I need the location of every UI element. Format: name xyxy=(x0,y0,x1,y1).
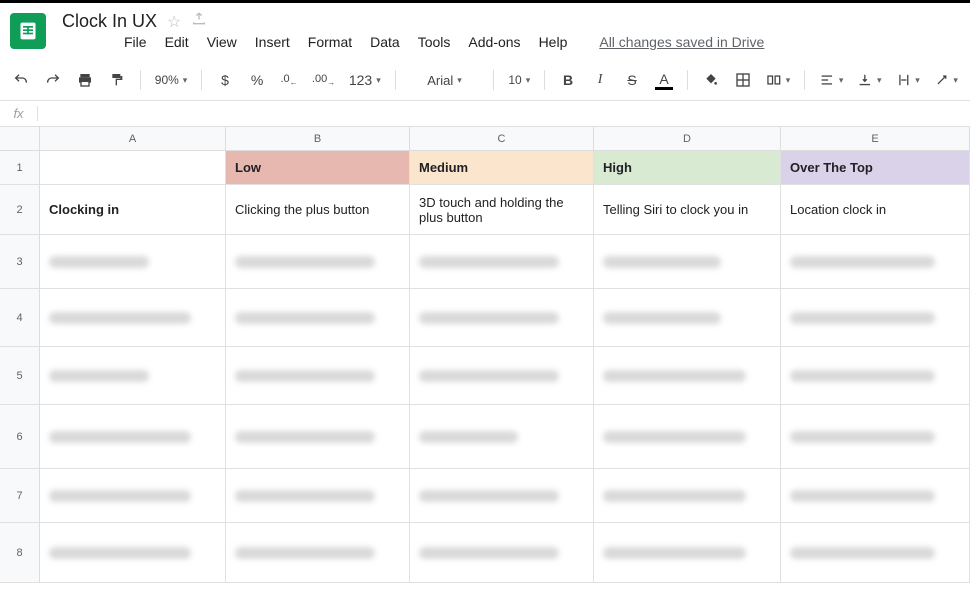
undo-button[interactable] xyxy=(12,70,30,90)
cell-B8[interactable] xyxy=(226,523,410,582)
zoom-dropdown[interactable]: 90% xyxy=(155,70,187,90)
strikethrough-button[interactable]: S xyxy=(623,70,641,90)
cell-D7[interactable] xyxy=(594,469,781,522)
row-header-3[interactable]: 3 xyxy=(0,235,40,288)
move-icon[interactable] xyxy=(191,11,207,32)
cell-E8[interactable] xyxy=(781,523,970,582)
document-title[interactable]: Clock In UX xyxy=(62,11,157,32)
star-icon[interactable]: ☆ xyxy=(167,12,181,32)
cell-E6[interactable] xyxy=(781,405,970,468)
cell-D5[interactable] xyxy=(594,347,781,404)
cell-D2[interactable]: Telling Siri to clock you in xyxy=(594,185,781,234)
decrease-decimal-button[interactable]: .0← xyxy=(280,70,298,90)
col-header-A[interactable]: A xyxy=(40,127,226,150)
cell-C2[interactable]: 3D touch and holding the plus button xyxy=(410,185,594,234)
borders-button[interactable] xyxy=(734,70,752,90)
menu-format[interactable]: Format xyxy=(308,34,352,50)
col-header-C[interactable]: C xyxy=(410,127,594,150)
cell-E3[interactable] xyxy=(781,235,970,288)
cell-A8[interactable] xyxy=(40,523,226,582)
print-button[interactable] xyxy=(76,70,94,90)
cell-B2[interactable]: Clicking the plus button xyxy=(226,185,410,234)
cell-A1[interactable] xyxy=(40,151,226,184)
cell-C8[interactable] xyxy=(410,523,594,582)
menu-file[interactable]: File xyxy=(124,34,147,50)
paint-format-button[interactable] xyxy=(108,70,126,90)
menu-edit[interactable]: Edit xyxy=(165,34,189,50)
menu-addons[interactable]: Add-ons xyxy=(468,34,520,50)
formula-input[interactable] xyxy=(38,101,970,126)
cell-D8[interactable] xyxy=(594,523,781,582)
bold-button[interactable]: B xyxy=(559,70,577,90)
menu-tools[interactable]: Tools xyxy=(418,34,451,50)
fx-label: fx xyxy=(0,106,38,121)
cell-A6[interactable] xyxy=(40,405,226,468)
col-header-B[interactable]: B xyxy=(226,127,410,150)
cell-C5[interactable] xyxy=(410,347,594,404)
cell-E1[interactable]: Over The Top xyxy=(781,151,970,184)
cell-D6[interactable] xyxy=(594,405,781,468)
col-header-E[interactable]: E xyxy=(781,127,970,150)
row-header-6[interactable]: 6 xyxy=(0,405,40,468)
cell-B3[interactable] xyxy=(226,235,410,288)
spreadsheet-grid[interactable]: A B C D E 1 Low Medium High Over The Top… xyxy=(0,127,970,583)
font-family-dropdown[interactable]: Arial xyxy=(409,70,479,90)
row-header-1[interactable]: 1 xyxy=(0,151,40,184)
cell-C4[interactable] xyxy=(410,289,594,346)
cell-B6[interactable] xyxy=(226,405,410,468)
row-header-5[interactable]: 5 xyxy=(0,347,40,404)
toolbar: 90% $ % .0← .00→ 123 Arial 10 B I S A xyxy=(0,60,970,101)
cell-C7[interactable] xyxy=(410,469,594,522)
menu-view[interactable]: View xyxy=(207,34,237,50)
row-header-7[interactable]: 7 xyxy=(0,469,40,522)
horizontal-align-button[interactable] xyxy=(819,70,843,90)
italic-button[interactable]: I xyxy=(591,70,609,90)
format-currency-button[interactable]: $ xyxy=(216,70,234,90)
row-header-8[interactable]: 8 xyxy=(0,523,40,582)
number-format-dropdown[interactable]: 123 xyxy=(349,70,380,90)
menu-insert[interactable]: Insert xyxy=(255,34,290,50)
merge-cells-button[interactable] xyxy=(766,70,790,90)
cell-B1[interactable]: Low xyxy=(226,151,410,184)
cell-A3[interactable] xyxy=(40,235,226,288)
menu-help[interactable]: Help xyxy=(539,34,568,50)
cell-B4[interactable] xyxy=(226,289,410,346)
row-header-2[interactable]: 2 xyxy=(0,185,40,234)
menu-bar: File Edit View Insert Format Data Tools … xyxy=(62,32,764,50)
fill-color-button[interactable] xyxy=(702,70,720,90)
col-header-D[interactable]: D xyxy=(594,127,781,150)
cell-A7[interactable] xyxy=(40,469,226,522)
vertical-align-button[interactable] xyxy=(857,70,881,90)
cell-D4[interactable] xyxy=(594,289,781,346)
sheets-logo-icon xyxy=(10,13,46,49)
cell-A4[interactable] xyxy=(40,289,226,346)
redo-button[interactable] xyxy=(44,70,62,90)
cell-A2[interactable]: Clocking in xyxy=(40,185,226,234)
cell-C3[interactable] xyxy=(410,235,594,288)
cell-E2[interactable]: Location clock in xyxy=(781,185,970,234)
cell-D1[interactable]: High xyxy=(594,151,781,184)
cell-A5[interactable] xyxy=(40,347,226,404)
cell-B5[interactable] xyxy=(226,347,410,404)
select-all-corner[interactable] xyxy=(0,127,40,150)
cell-C1[interactable]: Medium xyxy=(410,151,594,184)
format-percent-button[interactable]: % xyxy=(248,70,266,90)
cell-E5[interactable] xyxy=(781,347,970,404)
cell-E7[interactable] xyxy=(781,469,970,522)
text-wrap-button[interactable] xyxy=(896,70,920,90)
row-header-4[interactable]: 4 xyxy=(0,289,40,346)
font-size-dropdown[interactable]: 10 xyxy=(508,70,530,90)
cell-B7[interactable] xyxy=(226,469,410,522)
cell-D3[interactable] xyxy=(594,235,781,288)
menu-data[interactable]: Data xyxy=(370,34,400,50)
increase-decimal-button[interactable]: .00→ xyxy=(312,70,335,90)
text-rotation-button[interactable] xyxy=(934,70,958,90)
cell-E4[interactable] xyxy=(781,289,970,346)
cell-C6[interactable] xyxy=(410,405,594,468)
text-color-button[interactable]: A xyxy=(655,70,673,90)
save-status[interactable]: All changes saved in Drive xyxy=(599,34,764,50)
